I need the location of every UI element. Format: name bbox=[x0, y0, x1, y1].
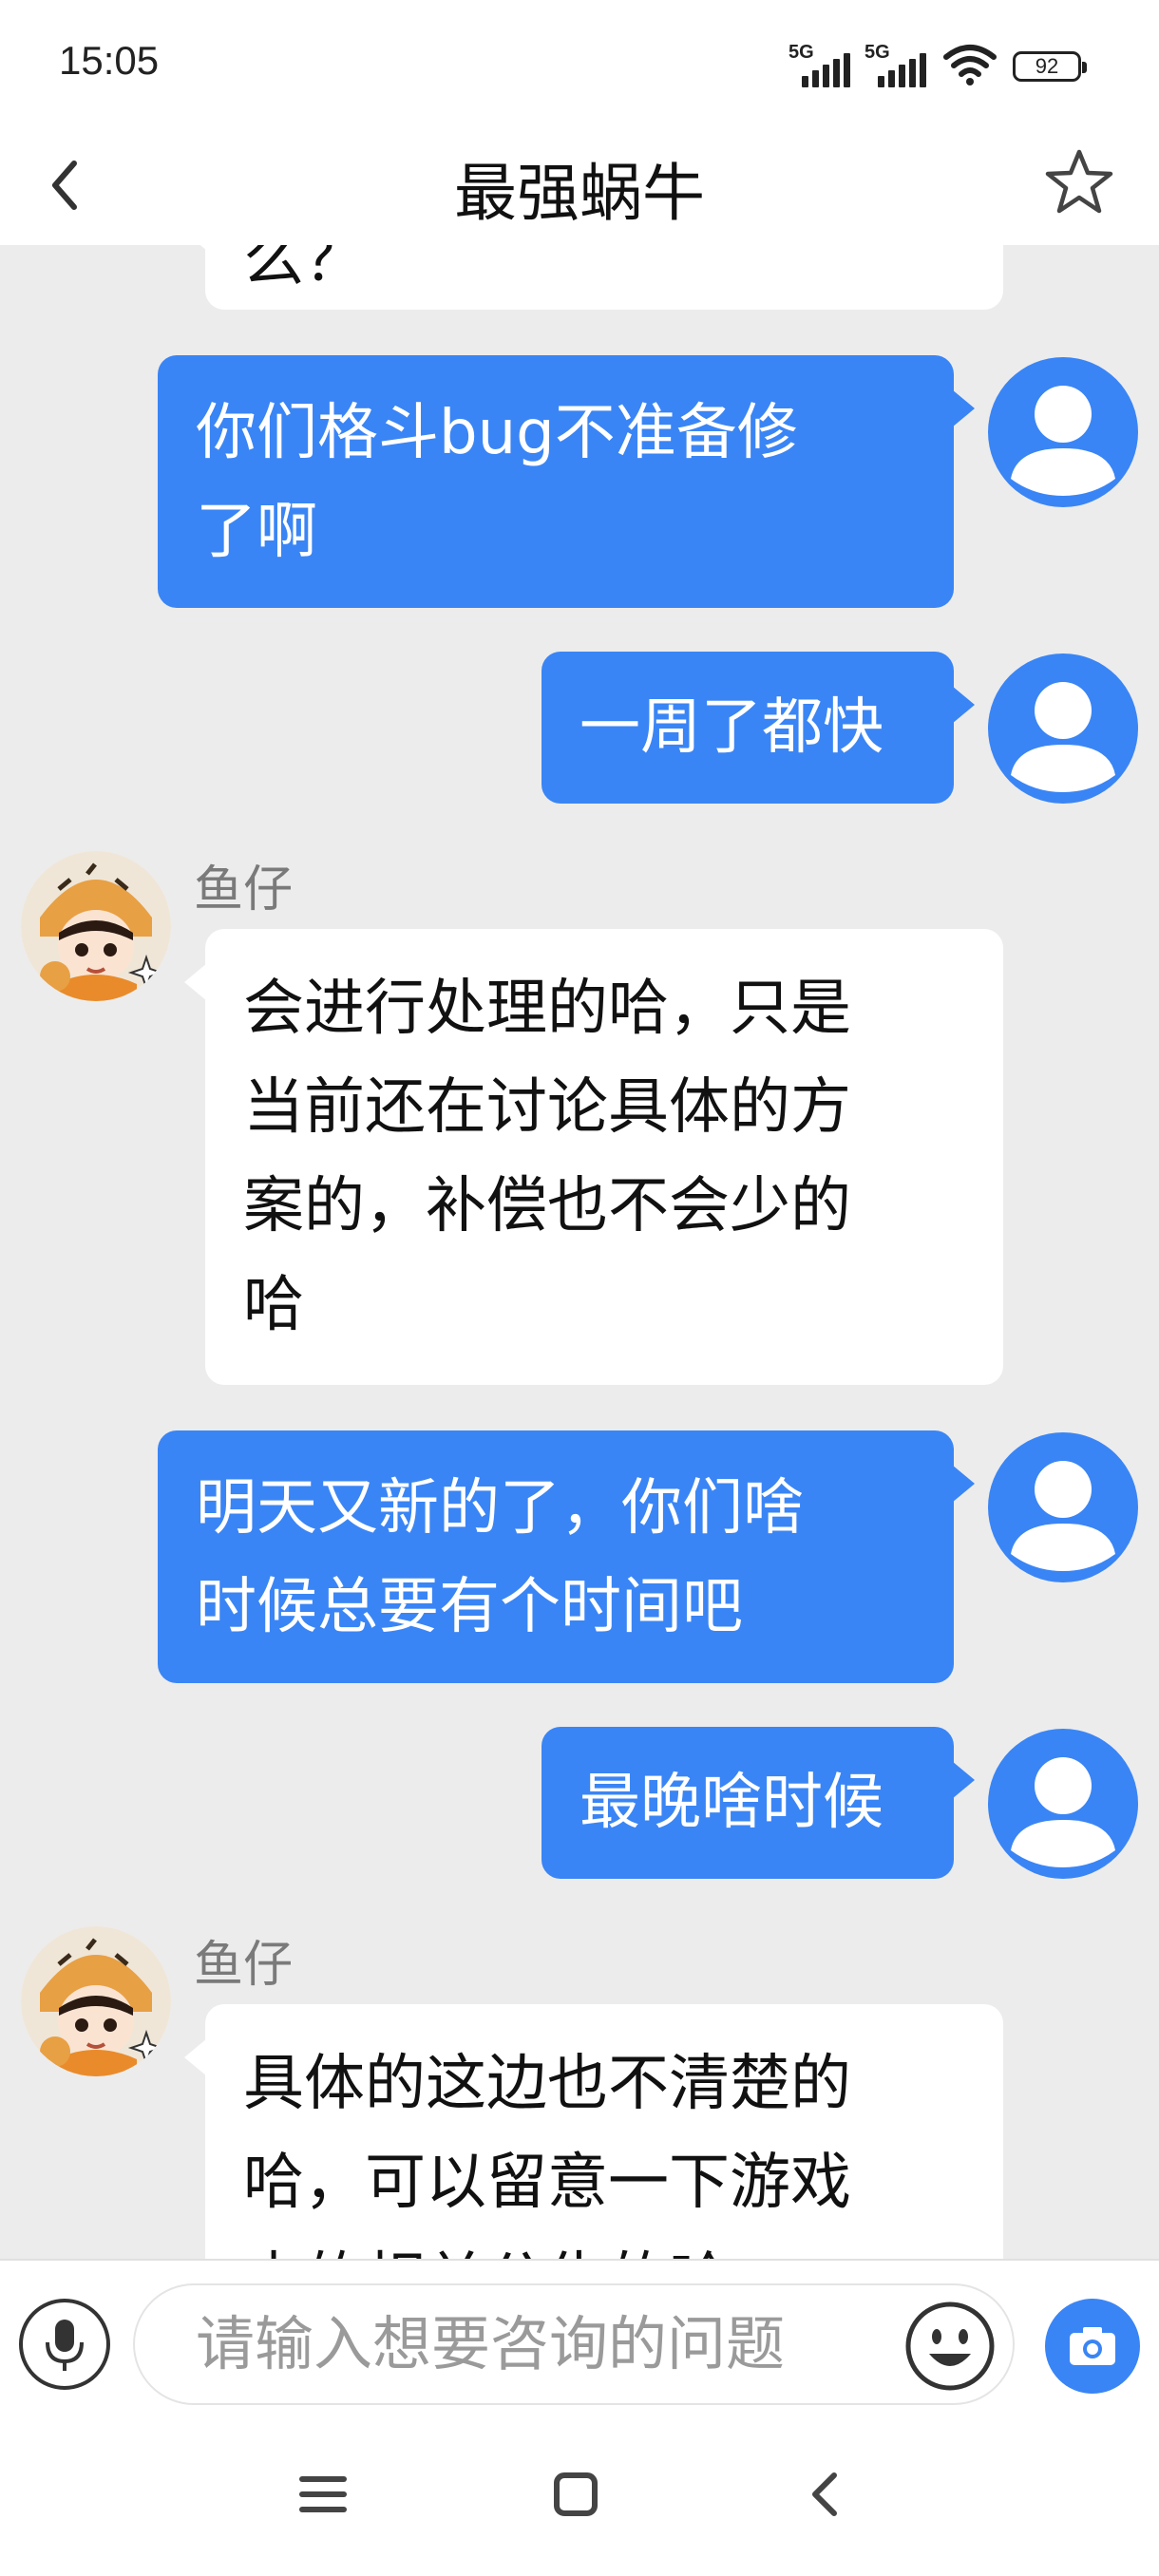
message-input-bar: 请输入想要咨询的问题 bbox=[0, 2259, 1159, 2413]
message-line: 案的，补偿也不会少的 bbox=[243, 1171, 851, 1241]
message-line: 你们格斗bug不准备修 bbox=[196, 398, 798, 468]
camera-icon bbox=[1070, 2327, 1115, 2365]
message-line: 哈，可以留意一下游戏 bbox=[243, 2148, 851, 2218]
message-line: 具体的这边也不清楚的 bbox=[243, 2049, 851, 2119]
message-bubble-user: 一周了都快 bbox=[542, 652, 975, 804]
message-line: 当前还在讨论具体的方 bbox=[243, 1072, 851, 1143]
message-line: 了啊 bbox=[196, 497, 317, 567]
message-bubble-user: 最晚啥时候 bbox=[542, 1727, 975, 1879]
message-line: 一周了都快 bbox=[580, 692, 884, 763]
chat-header: 最强蜗牛 bbox=[0, 133, 1159, 245]
microphone-icon bbox=[46, 2320, 84, 2371]
wifi-icon bbox=[943, 45, 997, 85]
message-bubble-agent: 会进行处理的哈，只是 当前还在讨论具体的方 案的，补偿也不会少的 哈 bbox=[184, 929, 1003, 1385]
person-icon bbox=[1011, 682, 1115, 792]
star-outline-icon[interactable] bbox=[1041, 144, 1117, 220]
tiger-costume-avatar-icon bbox=[21, 851, 171, 1001]
signal-bars-icon bbox=[878, 49, 935, 87]
user-avatar[interactable] bbox=[988, 1432, 1138, 1582]
person-icon bbox=[1011, 386, 1115, 496]
back-chevron-icon[interactable] bbox=[788, 2456, 864, 2532]
user-avatar[interactable] bbox=[988, 1729, 1138, 1879]
home-square-icon[interactable] bbox=[538, 2456, 614, 2532]
person-icon bbox=[1011, 1757, 1115, 1867]
agent-avatar[interactable] bbox=[21, 1926, 171, 2076]
message-input[interactable]: 请输入想要咨询的问题 bbox=[133, 2283, 1015, 2405]
message-line: 时候总要有个时间吧 bbox=[196, 1572, 743, 1642]
tiger-costume-avatar-icon bbox=[21, 1926, 171, 2076]
person-icon bbox=[1011, 1461, 1115, 1571]
message-bubble-user: 你们格斗bug不准备修 了啊 bbox=[158, 355, 975, 608]
message-bubble-agent: 具体的这边也不清楚的 哈，可以留意一下游戏 内的相关公告的哈 bbox=[184, 2004, 1003, 2259]
smiley-icon[interactable] bbox=[902, 2299, 998, 2394]
message-line: 内的相关公告的哈 bbox=[243, 2232, 965, 2259]
message-text: 么？ bbox=[243, 245, 365, 295]
menu-icon[interactable] bbox=[285, 2456, 361, 2532]
message-bubble-partial: 么？ bbox=[184, 245, 1003, 310]
agent-avatar[interactable] bbox=[21, 851, 171, 1001]
user-avatar[interactable] bbox=[988, 357, 1138, 507]
sender-name: 鱼仔 bbox=[194, 1937, 294, 1994]
signal-bars-icon bbox=[802, 49, 859, 87]
message-line: 会进行处理的哈，只是 bbox=[243, 974, 851, 1044]
message-line: 哈 bbox=[243, 1270, 304, 1340]
microphone-button[interactable] bbox=[19, 2299, 110, 2390]
message-line: 明天又新的了，你们啥 bbox=[196, 1473, 804, 1544]
page-title: 最强蜗牛 bbox=[454, 157, 705, 230]
status-bar: 15:05 5G 5G 92 bbox=[0, 0, 1159, 133]
battery-indicator: 92 bbox=[1013, 51, 1087, 82]
message-bubble-user: 明天又新的了，你们啥 时候总要有个时间吧 bbox=[158, 1430, 975, 1683]
camera-button[interactable] bbox=[1045, 2299, 1140, 2394]
sender-name: 鱼仔 bbox=[194, 862, 294, 919]
system-nav-bar bbox=[0, 2411, 1159, 2576]
status-time: 15:05 bbox=[59, 38, 160, 83]
user-avatar[interactable] bbox=[988, 653, 1138, 804]
chat-messages[interactable]: 么？ 你们格斗bug不准备修 了啊 一周了都快 鱼仔 会进行处理的哈，只是 当前… bbox=[0, 245, 1159, 2259]
message-line: 最晚啥时候 bbox=[580, 1768, 884, 1838]
